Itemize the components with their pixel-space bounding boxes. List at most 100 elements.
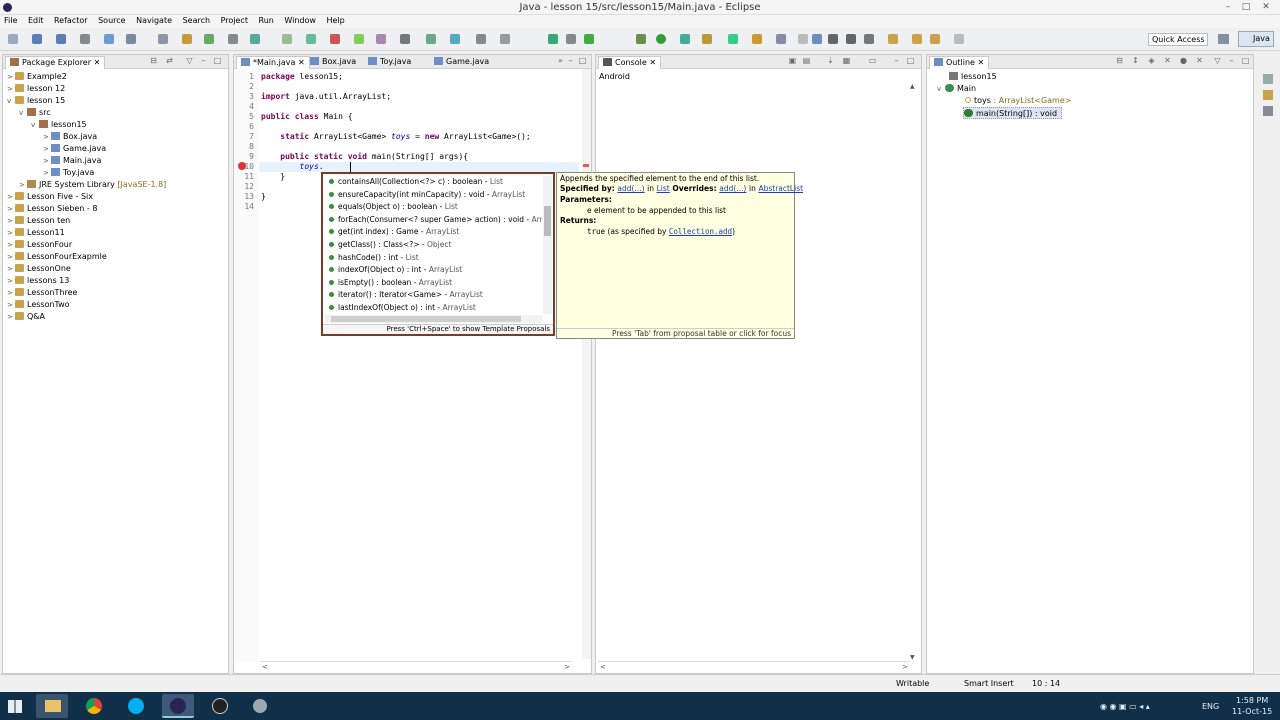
clock-date[interactable]: 11-Oct-15 xyxy=(1232,707,1272,716)
proposal-item[interactable]: iterator() : Iterator<Game> - ArrayList xyxy=(327,289,542,301)
skip-icon[interactable] xyxy=(204,34,214,44)
eclipse-taskbar-icon[interactable] xyxy=(162,694,194,718)
expand-icon[interactable]: > xyxy=(43,131,51,143)
upload-icon[interactable] xyxy=(450,34,460,44)
collection-add-link[interactable]: Collection.add xyxy=(669,227,732,236)
maximize-view-icon[interactable]: □ xyxy=(578,57,587,66)
new-package-icon[interactable] xyxy=(752,34,762,44)
tree-item[interactable]: v src xyxy=(19,107,51,119)
open-perspective-icon[interactable] xyxy=(1218,34,1229,44)
tree-item[interactable]: > LessonTwo xyxy=(7,299,70,311)
tree-item[interactable]: > LessonFourExapmle xyxy=(7,251,107,263)
block-selection-icon[interactable] xyxy=(828,34,838,44)
expand-icon[interactable]: > xyxy=(43,167,51,179)
task-list-icon[interactable] xyxy=(1263,74,1273,84)
maximize-button[interactable]: □ xyxy=(1240,2,1252,12)
file-explorer-icon[interactable] xyxy=(36,694,68,718)
hide-local-icon[interactable]: ✕ xyxy=(1195,57,1204,66)
expand-icon[interactable]: > xyxy=(7,275,15,287)
hide-nonpublic-icon[interactable]: ● xyxy=(1179,57,1188,66)
android-icon[interactable] xyxy=(354,34,364,44)
maximize-view-icon[interactable]: □ xyxy=(1241,57,1250,66)
format-icon[interactable] xyxy=(400,34,410,44)
add-link[interactable]: add(...) xyxy=(617,184,644,193)
proposal-item[interactable]: indexOf(Object o) : int - ArrayList xyxy=(327,264,542,276)
close-button[interactable]: ✕ xyxy=(1260,2,1272,12)
check-icon[interactable] xyxy=(584,34,594,44)
minimize-button[interactable]: – xyxy=(1222,2,1234,12)
new-icon[interactable] xyxy=(8,34,18,44)
hide-fields-icon[interactable]: ◈ xyxy=(1147,57,1156,66)
proposal-item[interactable]: equals(Object o) : boolean - List xyxy=(327,201,542,213)
shield-icon[interactable] xyxy=(426,34,436,44)
tree-item[interactable]: > Lesson Sieben - 8 xyxy=(7,203,97,215)
avd-manager-icon[interactable] xyxy=(306,34,316,44)
search-icon[interactable] xyxy=(126,34,136,44)
open-task-icon[interactable] xyxy=(104,34,114,44)
open-console-icon[interactable]: ▦ xyxy=(842,57,851,66)
minimize-view-icon[interactable]: – xyxy=(1227,57,1236,66)
forward-icon[interactable] xyxy=(930,34,940,44)
tab-toy-java[interactable]: Toy.java xyxy=(364,56,415,69)
code-line[interactable]: public class Main { xyxy=(261,112,353,122)
expand-icon[interactable]: > xyxy=(7,287,15,299)
collapse-icon[interactable]: v xyxy=(19,107,27,119)
clock-time[interactable]: 1:58 PM xyxy=(1236,696,1268,705)
outline-class[interactable]: v Main xyxy=(937,83,976,95)
tree-item[interactable]: v lesson15 xyxy=(31,119,87,131)
status-insert-mode[interactable]: Smart Insert xyxy=(964,679,1014,688)
quick-access-field[interactable]: Quick Access xyxy=(1148,33,1208,46)
menu-edit[interactable]: Edit xyxy=(24,15,48,26)
tree-item[interactable]: > LessonFour xyxy=(7,239,72,251)
proposal-hscrollbar[interactable] xyxy=(325,315,543,323)
overview-ruler[interactable] xyxy=(582,69,591,659)
debug-icon[interactable] xyxy=(636,34,646,44)
javadoc-icon[interactable] xyxy=(1263,106,1273,116)
proposal-item[interactable]: lastIndexOf(Object o) : int - ArrayList xyxy=(327,302,542,314)
menu-navigate[interactable]: Navigate xyxy=(132,15,176,26)
mark-occurrences-icon[interactable] xyxy=(182,34,192,44)
expand-icon[interactable]: > xyxy=(7,191,15,203)
minimize-view-icon[interactable]: – xyxy=(566,57,575,66)
chrome-icon[interactable] xyxy=(78,694,110,718)
menu-search[interactable]: Search xyxy=(179,15,214,26)
menu-run[interactable]: Run xyxy=(255,15,278,26)
expand-icon[interactable]: > xyxy=(7,215,15,227)
tab-package-explorer[interactable]: Package Explorer ✕ xyxy=(5,56,106,69)
tree-item[interactable]: > JRE System Library [JavaSE-1.8] xyxy=(19,179,166,191)
link-editor-icon[interactable]: ⇄ xyxy=(165,57,174,66)
tree-item[interactable]: > Lesson Five - Six xyxy=(7,191,93,203)
windows-start-icon[interactable] xyxy=(8,700,22,713)
coverage-icon[interactable] xyxy=(702,34,712,44)
settings-taskbar-icon[interactable] xyxy=(244,694,276,718)
print-icon[interactable] xyxy=(80,34,90,44)
tree-item[interactable]: > Main.java xyxy=(43,155,101,167)
run-icon[interactable] xyxy=(656,34,666,44)
proposal-scrollbar[interactable] xyxy=(543,176,552,314)
expand-icon[interactable]: > xyxy=(7,71,15,83)
tree-item[interactable]: > Example2 xyxy=(7,71,67,83)
proposal-item[interactable]: containsAll(Collection<?> c) : boolean -… xyxy=(327,176,542,188)
menu-file[interactable]: File xyxy=(0,15,21,26)
tree-item[interactable]: v lesson 15 xyxy=(7,95,65,107)
code-line[interactable]: } xyxy=(261,172,285,182)
tab-main-java[interactable]: *Main.java ✕ xyxy=(236,56,310,69)
proposal-item[interactable]: isEmpty() : boolean - ArrayList xyxy=(327,277,542,289)
expand-icon[interactable]: > xyxy=(7,203,15,215)
expand-icon[interactable]: > xyxy=(7,263,15,275)
outline-package[interactable]: lesson15 xyxy=(949,71,997,83)
tree-item[interactable]: > LessonOne xyxy=(7,263,71,275)
tray-icons[interactable]: ◉ ◉ ▣ ▭ ◂ ▴ xyxy=(1100,702,1150,711)
outline-restore-icon[interactable] xyxy=(1263,90,1273,100)
minimize-view-icon[interactable]: – xyxy=(199,57,208,66)
code-line[interactable]: package lesson15; xyxy=(261,72,343,82)
tree-item[interactable]: > Lesson11 xyxy=(7,227,65,239)
run-last-icon[interactable] xyxy=(680,34,690,44)
menu-window[interactable]: Window xyxy=(280,15,320,26)
show-list-icon[interactable]: » xyxy=(556,57,565,66)
build-icon[interactable] xyxy=(476,34,486,44)
pin-console-icon[interactable]: ▣ xyxy=(788,57,797,66)
tab-game-java[interactable]: Game.java xyxy=(430,56,493,69)
tab-outline[interactable]: Outline ✕ xyxy=(929,56,990,69)
wizard-icon[interactable] xyxy=(376,34,386,44)
